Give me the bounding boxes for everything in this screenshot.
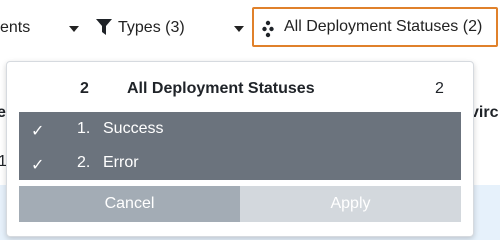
popover-header[interactable]: 2 All Deployment Statuses 2 [7,80,473,104]
option-number: 1. [77,120,91,137]
apply-button[interactable]: Apply [240,186,461,222]
deployment-status-filter-dropdown[interactable]: All Deployment Statuses (2) [252,7,498,47]
cancel-button[interactable]: Cancel [19,186,240,222]
chevron-down-icon [69,26,79,32]
total-count: 2 [435,80,444,97]
option-label: Error [103,154,139,171]
chevron-down-icon [234,26,244,32]
checkmark-icon: ✓ [31,157,45,174]
filter-bar: ents Types (3) All Deployment Statuses (… [0,0,500,58]
checkmark-icon: ✓ [31,123,45,140]
types-filter-label: Types (3) [118,19,185,36]
events-filter-label: ents [0,19,31,36]
types-filter-dropdown[interactable]: Types (3) [94,8,252,48]
screen: e 1 virc ents Types (3) All Deployment S… [0,0,500,240]
events-filter-dropdown[interactable]: ents [0,8,86,48]
deployment-status-filter-label: All Deployment Statuses (2) [284,18,483,35]
option-number: 2. [77,154,91,171]
deployment-status-popover: 2 All Deployment Statuses 2 ✓ 1. Success… [6,61,474,237]
table-header-fragment-right: virc [470,104,499,121]
select-all-label: All Deployment Statuses [127,80,315,97]
selected-count: 2 [80,80,89,97]
option-label: Success [103,120,164,137]
funnel-icon [96,19,112,35]
option-success[interactable]: ✓ 1. Success [19,112,461,146]
status-dots-icon [262,20,274,38]
option-error[interactable]: ✓ 2. Error [19,146,461,180]
